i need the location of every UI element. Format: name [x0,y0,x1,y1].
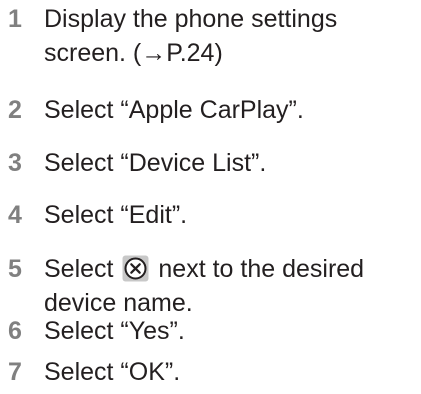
step-number: 2 [8,96,22,124]
step-number: 5 [8,255,22,283]
step-text: Select “Yes”. [44,317,185,345]
step-text-after-icon: next to the desired [158,255,365,283]
step-text-line: Display the phone settings [44,5,338,33]
delete-x-circle-icon [122,255,149,282]
step-number: 7 [8,358,22,386]
step-text: Select “Edit”. [44,201,188,229]
step-number: 1 [8,5,22,33]
step-text-line: Select next to the desired [44,252,419,286]
step-text: Select “OK”. [44,358,181,386]
instruction-steps: 1 Display the phone settings screen. (→P… [0,0,421,394]
step-text-before-icon: Select [44,255,114,283]
step-number: 3 [8,149,22,177]
step-text: Select next to the desired device name. [44,252,419,320]
step-text-line: screen. (→P.24) [44,39,223,67]
step-text: Select “Device List”. [44,149,267,177]
step-text: Select “Apple CarPlay”. [44,96,304,124]
step-number: 4 [8,201,22,229]
step-number: 6 [8,317,22,345]
step-text: Display the phone settings screen. (→P.2… [44,2,419,70]
